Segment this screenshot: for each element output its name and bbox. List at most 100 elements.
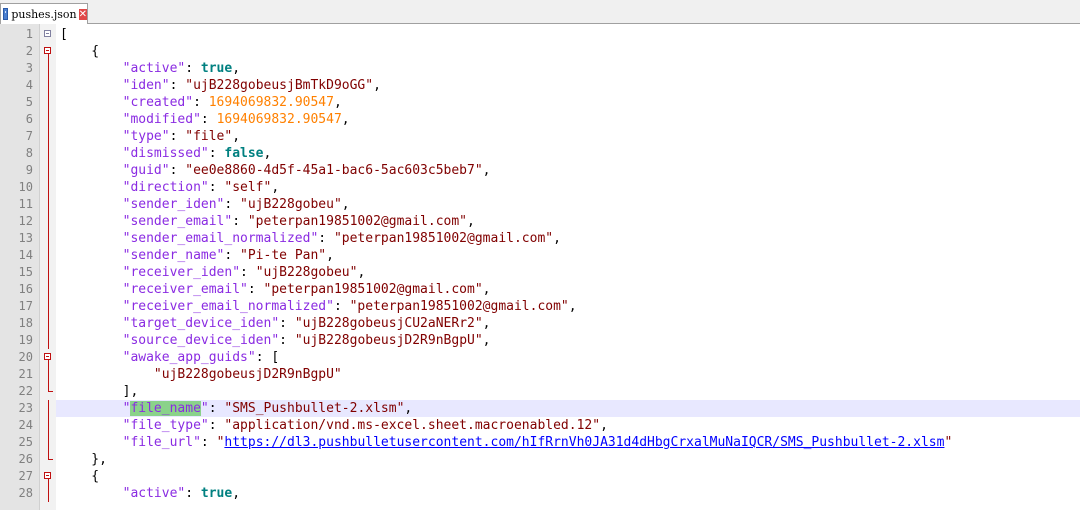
line-number: 26 [18,452,33,466]
punctuation: , [333,95,342,110]
code-line[interactable]: 8 "dismissed": false, [0,145,1080,162]
fold-toggle-icon[interactable] [42,26,54,43]
code-line[interactable]: 26 }, [0,451,1080,468]
punctuation: : [ [255,350,280,365]
punctuation [60,282,123,297]
code-text[interactable]: "receiver_iden": "ujB228gobeu", [56,264,1080,281]
punctuation: : [185,61,201,76]
code-text[interactable]: "receiver_email": "peterpan19851002@gmai… [56,281,1080,298]
code-text[interactable]: "awake_app_guids": [ [56,349,1080,366]
code-line[interactable]: 20 "awake_app_guids": [ [0,349,1080,366]
punctuation: : [185,486,201,501]
fold-guide [42,77,54,94]
code-line[interactable]: 1[ [0,26,1080,43]
code-line[interactable]: 5 "created": 1694069832.90547, [0,94,1080,111]
json-key: "sender_email_normalized" [122,231,319,246]
code-line[interactable]: 25 "file_url": "https://dl3.pushbulletus… [0,434,1080,451]
code-text[interactable]: "sender_iden": "ujB228gobeu", [56,196,1080,213]
code-line[interactable]: 3 "active": true, [0,60,1080,77]
code-text[interactable]: "active": true, [56,485,1080,502]
code-line[interactable]: 21 "ujB228gobeusjD2R9nBgpU" [0,366,1080,383]
code-text[interactable]: { [56,43,1080,60]
fold-guide [42,94,54,111]
code-line[interactable]: 27 { [0,468,1080,485]
punctuation [60,95,123,110]
code-text[interactable]: "modified": 1694069832.90547, [56,111,1080,128]
code-line[interactable]: 7 "type": "file", [0,128,1080,145]
code-text[interactable]: "direction": "self", [56,179,1080,196]
line-number: 9 [25,163,33,177]
json-key: "sender_email" [122,214,233,229]
code-text[interactable]: "created": 1694069832.90547, [56,94,1080,111]
json-key: "iden" [122,78,170,93]
file-url-link[interactable]: https://dl3.pushbulletusercontent.com/hI… [224,435,944,450]
code-text[interactable]: ], [56,383,1080,400]
fold-guide [42,298,54,315]
punctuation: , [600,418,608,433]
code-line[interactable]: 12 "sender_email": "peterpan19851002@gma… [0,213,1080,230]
code-line[interactable]: 4 "iden": "ujB228gobeusjBmTkD9oGG", [0,77,1080,94]
line-number: 22 [18,384,33,398]
fold-toggle-icon[interactable] [42,349,54,366]
code-text[interactable]: "sender_email_normalized": "peterpan1985… [56,230,1080,247]
code-text[interactable]: "file_name": "SMS_Pushbullet-2.xlsm", [56,400,1080,417]
code-text[interactable]: "file_type": "application/vnd.ms-excel.s… [56,417,1080,434]
code-line[interactable]: 9 "guid": "ee0e8860-4d5f-45a1-bac6-5ac60… [0,162,1080,179]
code-text[interactable]: "file_url": "https://dl3.pushbulletuserc… [56,434,1080,451]
current-line[interactable]: 23 "file_name": "SMS_Pushbullet-2.xlsm", [0,400,1080,417]
fold-toggle-icon[interactable] [42,43,54,60]
code-text[interactable]: "dismissed": false, [56,145,1080,162]
punctuation [60,299,123,314]
punctuation: : [208,146,225,161]
json-key: "file_url" [122,435,201,450]
code-text[interactable]: { [56,468,1080,485]
code-line[interactable]: 10 "direction": "self", [0,179,1080,196]
code-text[interactable]: "type": "file", [56,128,1080,145]
code-line[interactable]: 24 "file_type": "application/vnd.ms-exce… [0,417,1080,434]
code-line[interactable]: 22 ], [0,383,1080,400]
json-key: "receiver_iden" [122,265,241,280]
code-line[interactable]: 18 "target_device_iden": "ujB228gobeusjC… [0,315,1080,332]
json-key: " [200,401,209,416]
punctuation [60,78,123,93]
code-line[interactable]: 28 "active": true, [0,485,1080,502]
json-number: 1694069832.90547 [216,112,342,127]
editor-area[interactable]: 1[2 {3 "active": true, 4 "iden": "ujB228g… [0,24,1080,510]
json-string: "peterpan19851002@gmail.com" [263,282,483,297]
code-text[interactable]: "receiver_email_normalized": "peterpan19… [56,298,1080,315]
fold-toggle-icon[interactable] [42,468,54,485]
code-line[interactable]: 14 "sender_name": "Pi-te Pan", [0,247,1080,264]
fold-guide [42,417,54,434]
punctuation: , [341,112,350,127]
code-line[interactable]: 19 "source_device_iden": "ujB228gobeusjD… [0,332,1080,349]
code-line[interactable]: 17 "receiver_email_normalized": "peterpa… [0,298,1080,315]
punctuation: : [333,299,350,314]
tab-pushes-json[interactable]: pushes.json ✕ [0,3,88,24]
code-line[interactable]: 16 "receiver_email": "peterpan19851002@g… [0,281,1080,298]
code-text[interactable]: "target_device_iden": "ujB228gobeusjCU2a… [56,315,1080,332]
fold-guide [42,264,54,281]
punctuation: , [341,197,350,212]
code-text[interactable]: "sender_name": "Pi-te Pan", [56,247,1080,264]
code-line[interactable]: 6 "modified": 1694069832.90547, [0,111,1080,128]
json-boolean: true [200,486,233,501]
json-string: "Pi-te Pan" [240,248,327,263]
code-line[interactable]: 15 "receiver_iden": "ujB228gobeu", [0,264,1080,281]
punctuation: , [326,248,334,263]
code-text[interactable]: "ujB228gobeusjD2R9nBgpU" [56,366,1080,383]
json-string: "peterpan19851002@gmail.com" [247,214,468,229]
punctuation [60,248,123,263]
code-text[interactable]: "iden": "ujB228gobeusjBmTkD9oGG", [56,77,1080,94]
punctuation [60,231,123,246]
code-text[interactable]: }, [56,451,1080,468]
code-text[interactable]: [ [56,26,1080,43]
code-line[interactable]: 13 "sender_email_normalized": "peterpan1… [0,230,1080,247]
close-icon[interactable]: ✕ [78,8,87,20]
code-text[interactable]: "source_device_iden": "ujB228gobeusjD2R9… [56,332,1080,349]
code-text[interactable]: "guid": "ee0e8860-4d5f-45a1-bac6-5ac603c… [56,162,1080,179]
punctuation: , [553,231,561,246]
code-text[interactable]: "active": true, [56,60,1080,77]
code-line[interactable]: 11 "sender_iden": "ujB228gobeu", [0,196,1080,213]
code-text[interactable]: "sender_email": "peterpan19851002@gmail.… [56,213,1080,230]
code-line[interactable]: 2 { [0,43,1080,60]
